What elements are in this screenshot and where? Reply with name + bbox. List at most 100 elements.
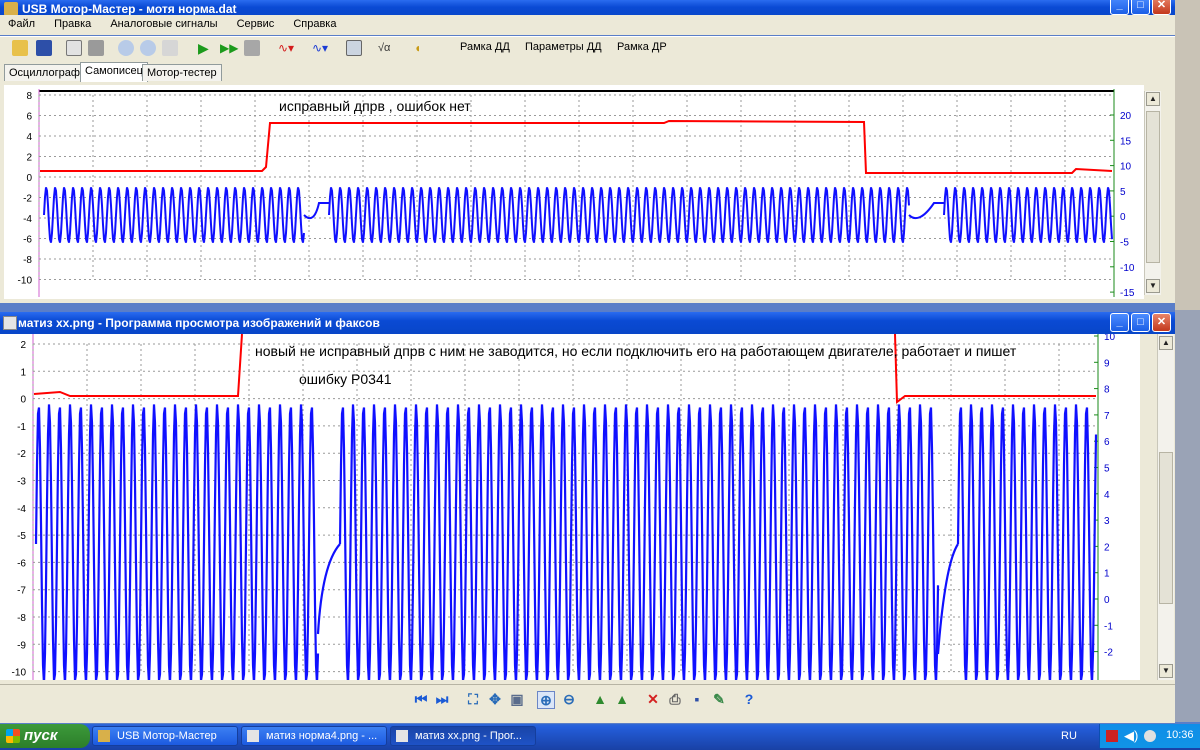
viewer-maximize-button[interactable]: □ [1131, 313, 1150, 332]
blue-trace [956, 404, 1098, 680]
play-icon[interactable]: ▶ [198, 40, 214, 56]
left-axis-tick: -8 [17, 613, 26, 624]
language-indicator[interactable]: RU [1061, 730, 1077, 742]
zoom-icon[interactable] [118, 40, 134, 56]
volume-icon[interactable]: ◀) [1124, 728, 1138, 744]
scroll-up-button[interactable]: ▲ [1146, 92, 1160, 106]
tab-recorder[interactable]: Самописец [80, 62, 148, 82]
calculator-icon[interactable] [346, 40, 362, 56]
blue-trace [328, 187, 910, 243]
params-dd-button[interactable]: Параметры ДД [525, 41, 602, 53]
front-scroll-up-button[interactable]: ▲ [1159, 336, 1173, 350]
left-axis-tick: -6 [17, 558, 26, 569]
front-vscroll[interactable]: ▲ ▼ [1157, 334, 1174, 680]
frame-dr-button[interactable]: Рамка ДР [617, 41, 667, 53]
start-button[interactable]: пуск [0, 724, 90, 748]
right-axis-tick: -2 [1104, 648, 1113, 659]
tray-app-icon[interactable] [1144, 730, 1156, 742]
right-axis-tick: 6 [1104, 437, 1110, 448]
motor-master-icon [98, 730, 110, 742]
stop-icon[interactable] [244, 40, 260, 56]
left-axis-tick: -4 [17, 504, 26, 515]
pointer-icon[interactable] [162, 40, 178, 56]
slideshow-icon[interactable]: ▣ [509, 691, 525, 707]
front-annotation-line2: ошибку P0341 [299, 371, 392, 387]
next-icon[interactable]: ⏭ [434, 691, 450, 707]
task-matiz-norma[interactable]: матиз норма4.png - ... [241, 726, 387, 746]
fast-forward-icon[interactable]: ▶▶ [220, 40, 238, 56]
left-axis-tick: -4 [23, 214, 32, 225]
viewer-toolbar: ⏮ ⏭ ⛶ ✥ ▣ ⊕ ⊖ ▲ ▲ ✕ ⎙ ▪ ✎ ? [0, 684, 1175, 723]
minimize-button[interactable]: _ [1110, 0, 1129, 15]
viewer-close-button[interactable]: ✕ [1152, 313, 1171, 332]
network-icon[interactable] [1106, 730, 1118, 742]
left-axis-tick: -2 [17, 449, 26, 460]
print-icon[interactable]: ⎙ [667, 691, 683, 707]
left-axis-tick: 1 [20, 367, 26, 378]
zoom-in-icon[interactable]: ⊕ [537, 691, 555, 709]
viewer-minimize-button[interactable]: _ [1110, 313, 1129, 332]
front-scroll-down-button[interactable]: ▼ [1159, 664, 1173, 678]
prev-icon[interactable]: ⏮ [413, 691, 429, 707]
task-motor-master[interactable]: USB Мотор-Мастер [92, 726, 238, 746]
save-icon[interactable] [36, 40, 52, 56]
left-axis-tick: -10 [18, 276, 33, 287]
tab-oscilloscope[interactable]: Осциллограф [4, 64, 85, 81]
front-scroll-thumb[interactable] [1159, 452, 1173, 604]
preview-icon[interactable] [66, 40, 82, 56]
left-axis-tick: 6 [26, 112, 32, 123]
scroll-down-button[interactable]: ▼ [1146, 279, 1160, 293]
scroll-thumb[interactable] [1146, 111, 1160, 263]
front-window-titlebar[interactable]: матиз хх.png - Программа просмотра изобр… [0, 312, 1175, 334]
close-button[interactable]: ✕ [1152, 0, 1171, 15]
left-axis-tick: -2 [23, 194, 32, 205]
back-vscroll[interactable]: ▲ ▼ [1144, 91, 1161, 295]
left-axis-tick: 2 [20, 340, 26, 351]
waveform-red-icon[interactable]: ∿▾ [278, 40, 294, 56]
back-plot-area[interactable]: 8 6 4 2 0 -2 -4 -6 -8 -10 20 15 10 5 0 -5 -10 -15 [4, 85, 1144, 299]
app-icon [4, 2, 18, 16]
task-label: USB Мотор-Мастер [117, 730, 217, 742]
blue-trace-gap [316, 543, 341, 635]
zoom-out-icon[interactable]: ⊖ [561, 691, 577, 707]
delete-icon[interactable]: ✕ [645, 691, 661, 707]
right-axis-tick: 10 [1104, 334, 1116, 343]
task-label: матиз норма4.png - ... [266, 730, 378, 742]
formula-icon[interactable]: √α [378, 40, 394, 56]
right-axis-tick: 0 [1120, 212, 1126, 223]
task-matiz-xx[interactable]: матиз хх.png - Прог... [390, 726, 536, 746]
blue-trace [43, 187, 305, 243]
menu-service[interactable]: Сервис [237, 15, 275, 33]
tab-motor-tester[interactable]: Мотор-тестер [142, 64, 222, 81]
menu-help[interactable]: Справка [293, 15, 336, 33]
front-plot-area[interactable]: 2 1 0 -1 -2 -3 -4 -5 -6 -7 -8 -9 -10 10 9 8 7 6 5 4 3 2 1 0 -1 -2 [0, 334, 1140, 680]
save-icon[interactable]: ▪ [689, 691, 705, 707]
right-axis-tick: 5 [1104, 464, 1110, 475]
rotate-ccw-icon[interactable]: ▲ [614, 691, 630, 707]
menu-file[interactable]: Файл [8, 15, 35, 33]
left-axis-tick: -10 [12, 668, 27, 679]
left-axis-tick: 0 [20, 395, 26, 406]
maximize-button[interactable]: □ [1131, 0, 1150, 15]
open-icon[interactable] [12, 40, 28, 56]
right-axis-tick: -10 [1120, 263, 1135, 274]
taskbar: пуск USB Мотор-Мастер матиз норма4.png -… [0, 724, 1200, 750]
waveform-blue-icon[interactable]: ∿▾ [312, 40, 328, 56]
print-icon[interactable] [88, 40, 104, 56]
right-axis-tick: -5 [1120, 238, 1129, 249]
right-axis-tick: 4 [1104, 490, 1110, 501]
zoom-out-icon[interactable] [140, 40, 156, 56]
left-axis-tick: 2 [26, 153, 32, 164]
menu-analog[interactable]: Аналоговые сигналы [110, 15, 217, 33]
clock: 10:36 [1166, 729, 1194, 741]
best-fit-icon[interactable]: ⛶ [465, 691, 481, 707]
actual-size-icon[interactable]: ✥ [487, 691, 503, 707]
sound-icon[interactable]: ◖ [414, 40, 430, 56]
rotate-cw-icon[interactable]: ▲ [592, 691, 608, 707]
back-chart-panel: 8 6 4 2 0 -2 -4 -6 -8 -10 20 15 10 5 0 -5 -10 -15 ▲ ▼ исп… [0, 83, 1175, 303]
edit-icon[interactable]: ✎ [711, 691, 727, 707]
frame-dd-button[interactable]: Рамка ДД [460, 41, 510, 53]
menu-edit[interactable]: Правка [54, 15, 91, 33]
right-axis-tick: 15 [1120, 136, 1132, 147]
help-icon[interactable]: ? [741, 691, 757, 707]
